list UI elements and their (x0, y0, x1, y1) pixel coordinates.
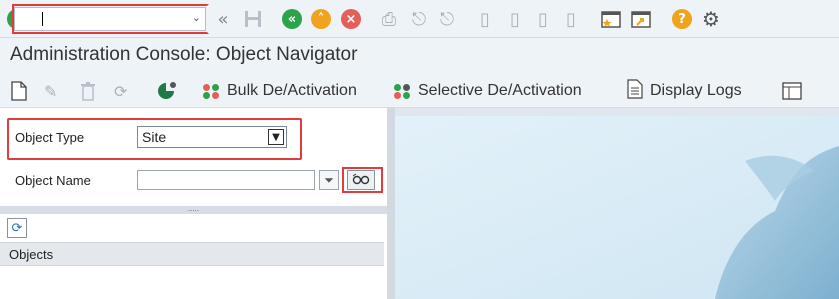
back-green-icon[interactable]: « (281, 8, 303, 30)
selective-deactivation-button[interactable]: Selective De/Activation (392, 80, 582, 102)
exit-icon[interactable]: ˄ (310, 8, 332, 30)
object-type-value: Site (142, 129, 167, 145)
refresh-icon: ⟳ (11, 220, 23, 236)
shortcut-icon[interactable] (630, 8, 652, 30)
save-icon[interactable] (242, 8, 264, 30)
objects-header-label: Objects (9, 247, 54, 262)
bulk-deactivation-label: Bulk De/Activation (227, 82, 357, 99)
settings-icon[interactable]: ⚙ (700, 7, 722, 31)
page-title: Administration Console: Object Navigator (10, 44, 358, 65)
title-bar: Administration Console: Object Navigator (0, 38, 839, 74)
selective-deactivation-icon (392, 81, 412, 101)
object-name-label: Object Name (15, 173, 91, 188)
object-type-label: Object Type (15, 130, 85, 145)
log-document-icon (626, 78, 644, 104)
chevron-down-icon[interactable]: ⌄ (192, 11, 201, 24)
next-page-icon[interactable]: ▯ (532, 8, 554, 30)
find-icon[interactable]: ⎋ (408, 8, 430, 30)
tree-toolbar: ⟳ (0, 214, 387, 242)
left-panel: Object Type Site ▼ Object Name ⏷ ..... ⟳… (0, 108, 387, 299)
command-field[interactable]: ⌄ (12, 4, 209, 34)
object-name-input[interactable] (137, 170, 315, 190)
command-input[interactable] (37, 10, 187, 28)
system-toolbar: ✓ ⌄ « « ˄ × ⎙ ⎋ ⎋ ▯ ▯ ▯ ▯ ? ⚙ (0, 0, 839, 38)
layout-icon[interactable] (782, 80, 802, 102)
help-icon[interactable]: ? (671, 8, 693, 30)
vertical-splitter[interactable] (387, 108, 395, 299)
objects-header: Objects (0, 242, 384, 266)
refresh-icon[interactable]: ⟳ (114, 80, 127, 102)
new-document-icon[interactable] (10, 80, 28, 102)
edit-icon[interactable]: ✎ (44, 80, 57, 102)
display-object-button[interactable] (347, 170, 375, 190)
bulk-deactivation-button[interactable]: Bulk De/Activation (201, 80, 357, 102)
right-panel-background (395, 116, 839, 299)
last-page-icon[interactable]: ▯ (560, 8, 582, 30)
splitter-grip: ..... (187, 204, 200, 213)
new-session-icon[interactable] (600, 8, 622, 30)
back-icon[interactable]: « (212, 8, 234, 30)
selection-form: Object Type Site ▼ Object Name ⏷ (0, 108, 387, 206)
bulk-deactivation-icon (201, 81, 221, 101)
text-caret (42, 12, 43, 26)
find-next-icon[interactable]: ⎋ (436, 8, 458, 30)
application-toolbar: ✎ ⟳ Bulk De/Activation Selective De/Acti… (0, 74, 839, 108)
selective-deactivation-label: Selective De/Activation (418, 82, 582, 99)
delete-icon[interactable] (80, 80, 96, 102)
chevron-down-icon[interactable]: ▼ (268, 129, 284, 145)
display-logs-button[interactable]: Display Logs (626, 78, 742, 104)
object-type-select[interactable]: Site ▼ (137, 126, 287, 148)
print-icon[interactable]: ⎙ (378, 8, 400, 30)
prev-page-icon[interactable]: ▯ (504, 8, 526, 30)
background-artwork (395, 116, 839, 299)
refresh-tree-button[interactable]: ⟳ (7, 218, 27, 238)
activate-icon[interactable] (156, 80, 178, 102)
glasses-icon (352, 173, 370, 188)
horizontal-splitter[interactable]: ..... (0, 204, 387, 214)
first-page-icon[interactable]: ▯ (474, 8, 496, 30)
display-logs-label: Display Logs (650, 82, 742, 99)
cancel-icon[interactable]: × (340, 8, 362, 30)
filter-icon[interactable]: ⏷ (319, 170, 339, 190)
